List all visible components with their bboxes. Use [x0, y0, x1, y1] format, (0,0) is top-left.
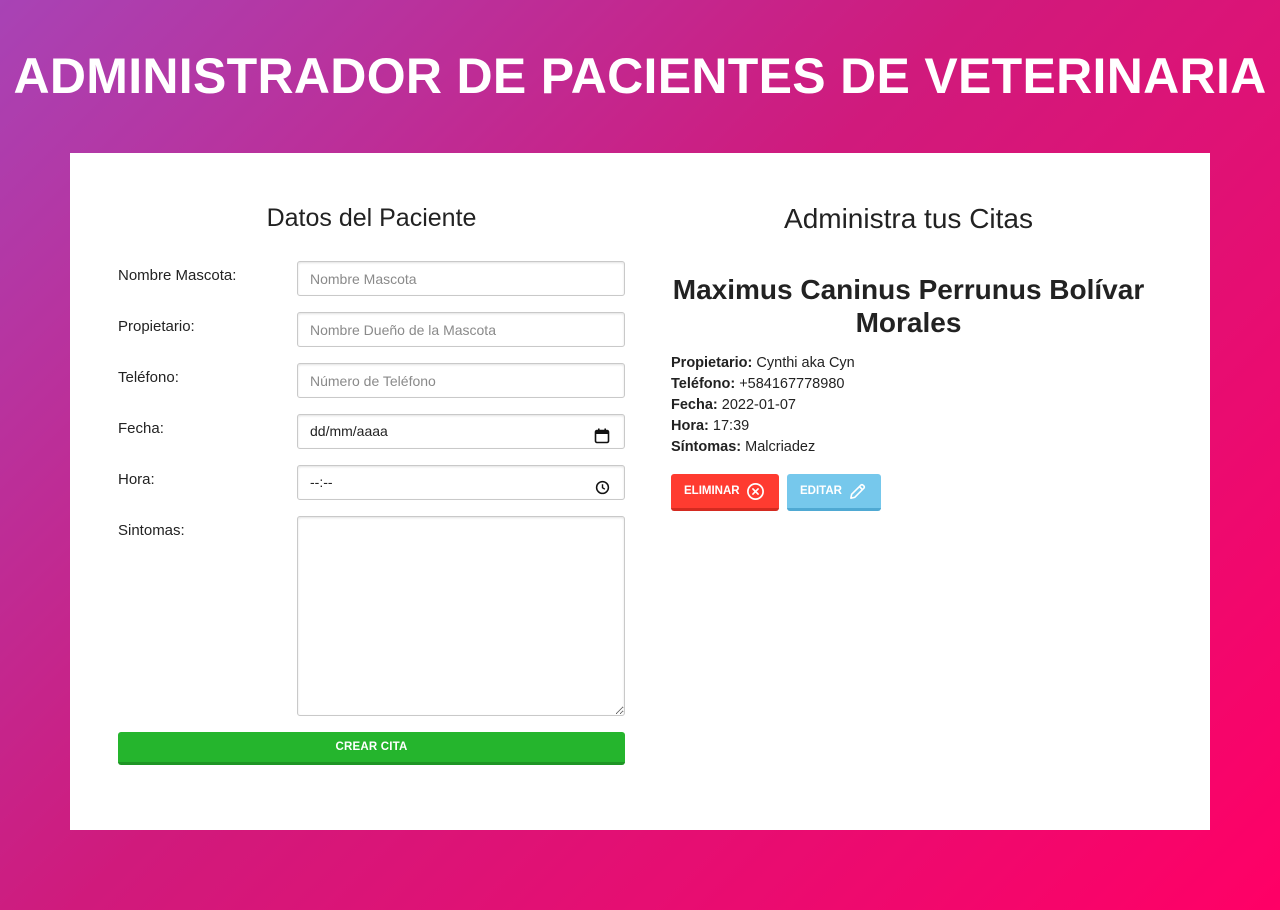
x-circle-icon: [746, 482, 765, 501]
date-row: Fecha: dd/mm/aaaa: [118, 414, 625, 449]
time-input-value: --:--: [310, 474, 333, 490]
pet-name-label: Nombre Mascota:: [118, 267, 237, 284]
appointment-details: Propietario: Cynthi aka Cyn Teléfono: +5…: [671, 353, 1146, 458]
appointment-time-value: 17:39: [712, 418, 750, 434]
phone-label: Teléfono:: [118, 369, 179, 386]
appointment-owner-value: Cynthi aka Cyn: [756, 355, 855, 371]
calendar-icon[interactable]: [594, 423, 610, 456]
edit-button[interactable]: Editar: [787, 474, 881, 511]
create-appointment-button[interactable]: Crear Cita: [118, 732, 625, 765]
date-input-value: dd/mm/aaaa: [310, 423, 388, 439]
date-input[interactable]: dd/mm/aaaa: [297, 414, 625, 449]
appointment-time: Hora: 17:39: [671, 416, 1146, 437]
appointment-date-value: 2022-01-07: [721, 397, 796, 413]
appointment-owner: Propietario: Cynthi aka Cyn: [671, 353, 1146, 374]
phone-row: Teléfono:: [118, 363, 625, 398]
edit-button-label: Editar: [800, 485, 842, 497]
appointment-phone-label: Teléfono:: [671, 376, 736, 392]
delete-button[interactable]: Eliminar: [671, 474, 779, 511]
page-title: ADMINISTRADOR DE PACIENTES DE VETERINARI…: [13, 48, 1267, 104]
appointment-date: Fecha: 2022-01-07: [671, 395, 1146, 416]
delete-button-label: Eliminar: [684, 485, 740, 497]
time-label: Hora:: [118, 471, 155, 488]
owner-label: Propietario:: [118, 318, 195, 335]
appointments-title: Administra tus Citas: [784, 203, 1033, 234]
appointment-actions: Eliminar Editar: [671, 474, 1146, 511]
time-row: Hora: --:--: [118, 465, 625, 500]
owner-input[interactable]: [297, 312, 625, 347]
appointment-symptoms-value: Malcriadez: [745, 439, 816, 455]
symptoms-row: Sintomas:: [118, 516, 625, 716]
pet-name-row: Nombre Mascota:: [118, 261, 625, 296]
appointment-symptoms-label: Síntomas:: [671, 439, 742, 455]
appointment-pet-name: Maximus Caninus Perrunus Bolívar Morales: [672, 274, 1145, 338]
appointment-symptoms: Síntomas: Malcriadez: [671, 437, 1146, 458]
clock-icon[interactable]: [595, 474, 610, 507]
pet-name-input[interactable]: [297, 261, 625, 296]
symptoms-label: Sintomas:: [118, 522, 185, 539]
phone-input[interactable]: [297, 363, 625, 398]
owner-row: Propietario:: [118, 312, 625, 347]
appointment-phone: Teléfono: +584167778980: [671, 374, 1146, 395]
pencil-icon: [848, 482, 867, 501]
form-title: Datos del Paciente: [266, 204, 477, 232]
main-card: Datos del Paciente Nombre Mascota: Propi…: [70, 153, 1210, 830]
date-label: Fecha:: [118, 420, 164, 437]
appointment-card: Maximus Caninus Perrunus Bolívar Morales…: [671, 273, 1146, 511]
appointment-phone-value: +584167778980: [739, 376, 845, 392]
symptoms-textarea[interactable]: [297, 516, 625, 716]
time-input[interactable]: --:--: [297, 465, 625, 500]
appointment-date-label: Fecha:: [671, 397, 718, 413]
appointment-time-label: Hora:: [671, 418, 709, 434]
appointment-owner-label: Propietario:: [671, 355, 753, 371]
